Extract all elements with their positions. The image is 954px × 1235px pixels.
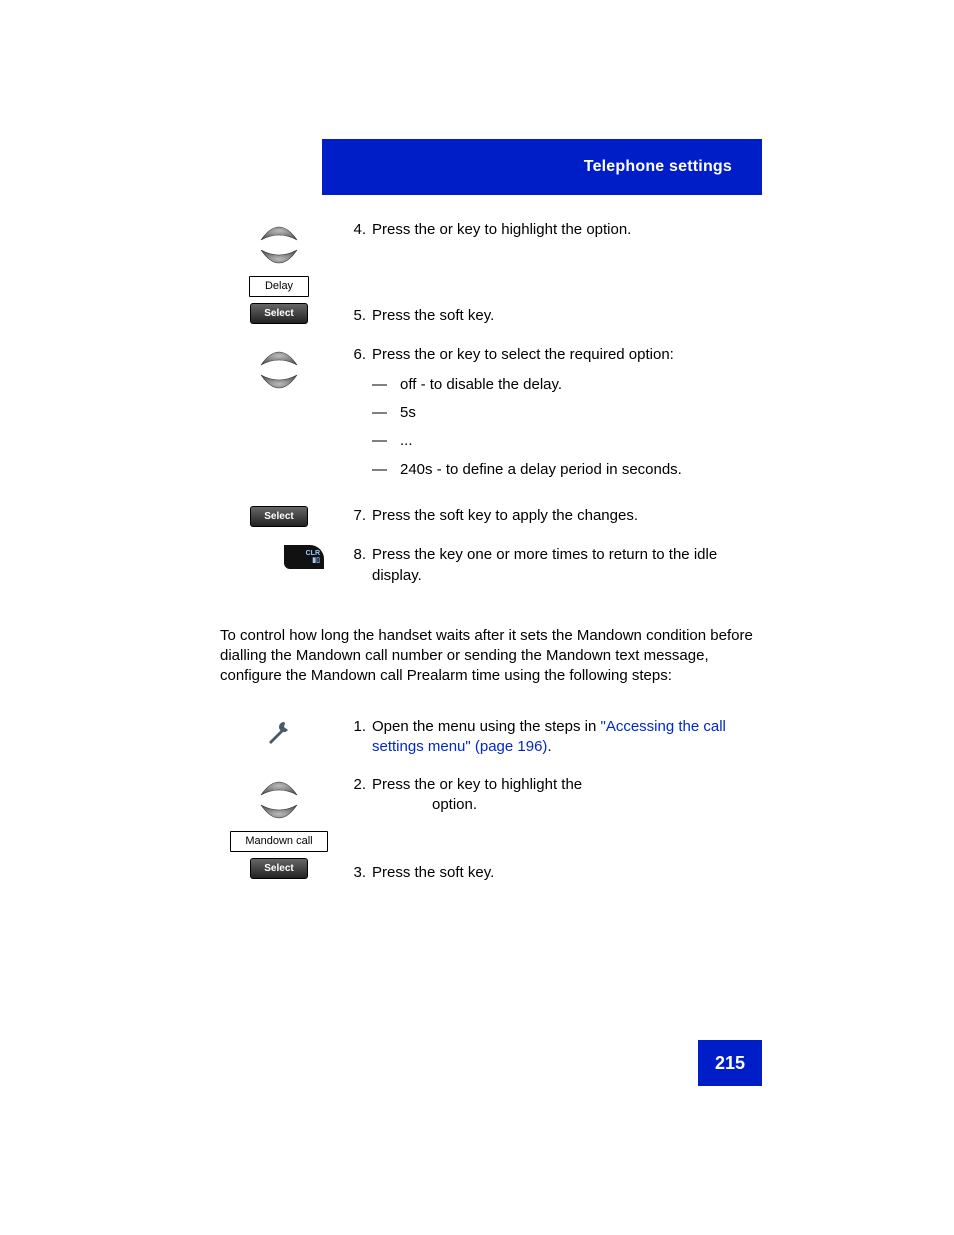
nav-up-icon xyxy=(257,775,301,797)
step-text: Press the or key to select the required … xyxy=(372,345,760,488)
step-text: Press the soft key. xyxy=(372,306,760,326)
content: Delay Select 4. Press the or key to high… xyxy=(220,220,760,902)
sub-item: —5s xyxy=(372,403,760,423)
clr-key-icon: CLR▮▯ xyxy=(284,545,324,569)
header-bar: Telephone settings xyxy=(322,139,762,195)
nav-down-icon xyxy=(257,373,301,395)
step-number: 2. xyxy=(338,775,372,795)
sub-item: —240s - to define a delay period in seco… xyxy=(372,460,760,480)
header-title: Telephone settings xyxy=(584,156,732,178)
step-text: Press the or key to highlight the option… xyxy=(372,220,760,300)
sub-item: —... xyxy=(372,431,760,451)
sub-item: —off - to disable the delay. xyxy=(372,375,760,395)
step-text: Press the soft key. xyxy=(372,863,760,883)
step-number: 8. xyxy=(338,545,372,565)
step-number: 5. xyxy=(338,306,372,326)
step-6: 6. Press the or key to select the requir… xyxy=(220,345,760,488)
step-number: 1. xyxy=(338,717,372,737)
select-softkey: Select xyxy=(250,858,308,880)
nav-up-icon xyxy=(257,345,301,367)
nav-up-icon xyxy=(257,220,301,242)
nav-down-icon xyxy=(257,248,301,270)
settings-wrench-icon xyxy=(264,717,294,753)
step-number: 4. xyxy=(338,220,372,240)
step-number: 7. xyxy=(338,506,372,526)
intro-paragraph: To control how long the handset waits af… xyxy=(220,626,760,687)
delay-option-key: Delay xyxy=(249,276,309,297)
nav-down-icon xyxy=(257,803,301,825)
page: Telephone settings Delay Select 4. Press… xyxy=(0,0,954,1235)
mandown-call-option-key: Mandown call xyxy=(230,831,327,852)
step-text: Press the or key to highlight the option… xyxy=(372,775,760,872)
step-text: Open the menu using the steps in "Access… xyxy=(372,717,760,758)
step-number: 6. xyxy=(338,345,372,365)
select-softkey: Select xyxy=(250,303,308,325)
page-number: 215 xyxy=(698,1040,762,1086)
select-softkey: Select xyxy=(250,506,308,528)
step-text: Press the key one or more times to retur… xyxy=(372,545,760,586)
step-number: 3. xyxy=(338,863,372,883)
step2-1: 1. Open the menu using the steps in "Acc… xyxy=(220,717,760,758)
step-8: CLR▮▯ 8. Press the key one or more times… xyxy=(220,545,760,586)
step-text: Press the soft key to apply the changes. xyxy=(372,506,760,526)
step-7: Select 7. Press the soft key to apply th… xyxy=(220,506,760,528)
